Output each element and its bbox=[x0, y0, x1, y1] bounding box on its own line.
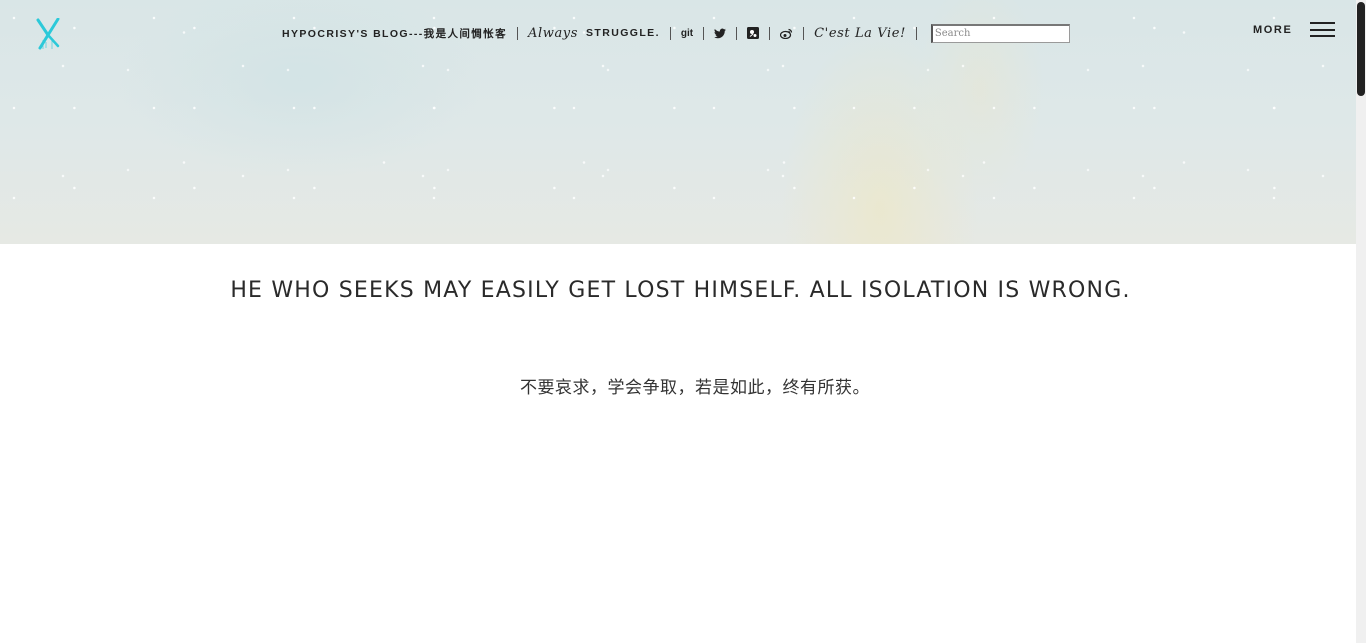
tagline-link[interactable]: C'est La Vie! bbox=[804, 25, 916, 41]
x-logo-icon[interactable] bbox=[34, 17, 62, 50]
motto-italic: Always bbox=[527, 25, 579, 41]
twitter-link[interactable] bbox=[704, 25, 736, 41]
social-icon bbox=[747, 27, 760, 39]
weibo-icon bbox=[780, 28, 793, 39]
page-subline: 不要哀求，学会争取，若是如此，终有所获。 bbox=[520, 378, 870, 398]
more-menu-button[interactable]: MORE bbox=[1253, 22, 1336, 37]
search-container bbox=[917, 23, 1080, 43]
tagline: C'est La Vie! bbox=[814, 25, 906, 41]
hamburger-menu-icon bbox=[1310, 22, 1336, 37]
git-link[interactable]: git bbox=[671, 25, 703, 41]
git-label: git bbox=[680, 27, 694, 39]
motto: Always STRUGGLE. bbox=[518, 25, 670, 41]
menu-line bbox=[1310, 22, 1336, 24]
page-headline: HE WHO SEEKS MAY EASILY GET LOST HIMSELF… bbox=[230, 277, 1131, 303]
menu-line bbox=[1310, 28, 1336, 31]
weibo-link[interactable] bbox=[770, 25, 803, 41]
social-link[interactable] bbox=[737, 25, 769, 41]
twitter-icon bbox=[714, 28, 727, 38]
menu-line bbox=[1310, 35, 1336, 37]
scrollbar-thumb[interactable] bbox=[1357, 2, 1365, 96]
page-scrollbar[interactable] bbox=[1356, 0, 1366, 643]
blog-title: HYPOCRISY'S BLOG---我是人间惆怅客 bbox=[282, 27, 507, 40]
more-label: MORE bbox=[1253, 23, 1293, 36]
motto-caps: STRUGGLE. bbox=[586, 27, 660, 39]
blog-title-link[interactable]: HYPOCRISY'S BLOG---我是人间惆怅客 bbox=[282, 25, 517, 41]
search-input[interactable] bbox=[930, 23, 1070, 43]
top-navigation: HYPOCRISY'S BLOG---我是人间惆怅客 Always STRUGG… bbox=[282, 22, 1080, 44]
